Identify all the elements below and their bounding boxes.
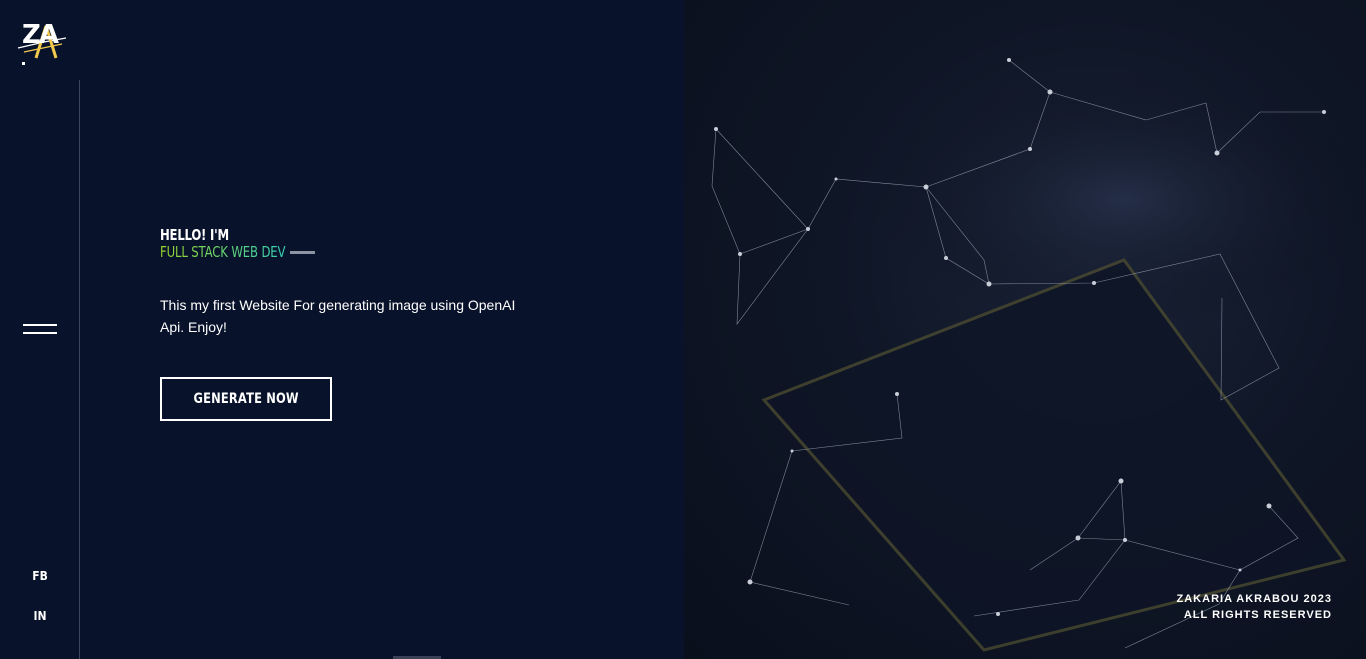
hero-role: FULL STACK WEB DEV: [160, 243, 286, 261]
logo-text: ZA: [22, 20, 59, 50]
hero-greeting: HELLO! I'M: [160, 226, 229, 244]
hero-description: This my first Website For generating ima…: [160, 297, 516, 335]
generate-now-label: GENERATE NOW: [193, 391, 299, 407]
generate-now-button[interactable]: GENERATE NOW: [160, 377, 332, 421]
facebook-link[interactable]: FB: [26, 569, 54, 583]
left-panel: ZA FB IN HELLO! I'M FULL STACK WEB DEV T…: [0, 0, 684, 659]
hamburger-icon: [23, 324, 57, 326]
linkedin-link[interactable]: IN: [26, 609, 54, 623]
role-dash: [290, 251, 315, 254]
copyright-footer: ZAKARIA AKRABOU 2023 ALL RIGHTS RESERVED: [1177, 591, 1332, 623]
copyright-line: ZAKARIA AKRABOU 2023: [1176, 593, 1332, 605]
rights-line: ALL RIGHTS RESERVED: [1183, 609, 1332, 621]
hero-image-panel: ZAKARIA AKRABOU 2023 ALL RIGHTS RESERVED: [684, 0, 1366, 659]
hamburger-icon: [23, 332, 57, 334]
menu-button[interactable]: [23, 322, 57, 336]
vertical-divider: [79, 80, 80, 659]
brain-network-illustration: [711, 58, 1366, 652]
